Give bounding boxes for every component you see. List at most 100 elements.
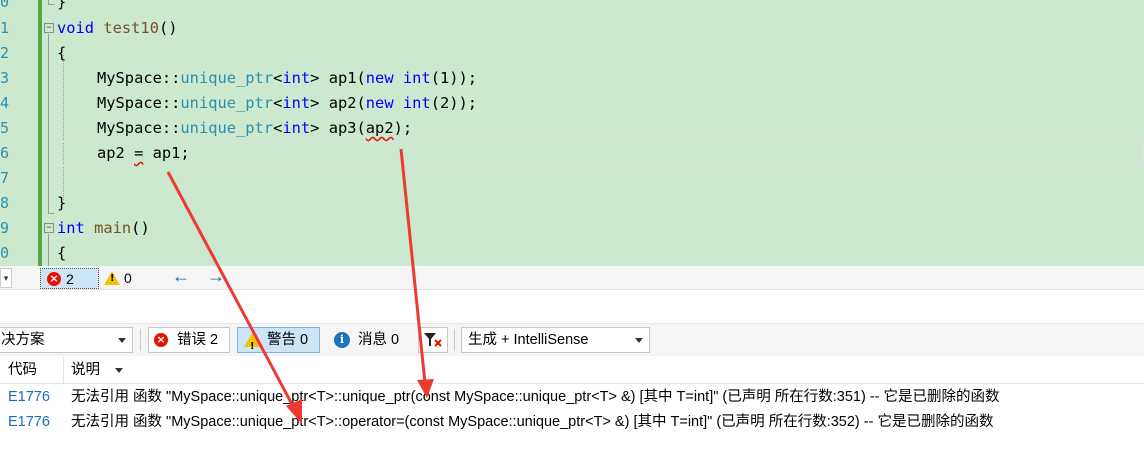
code-line[interactable]: } bbox=[57, 191, 66, 216]
error-count: 2 bbox=[66, 271, 74, 287]
line-number: 2 bbox=[0, 44, 10, 62]
error-squiggle-token[interactable]: ap2 bbox=[366, 119, 394, 137]
error-list-toolbar: 决方案 × 错误 2 ! 警告 0 i 消息 0 生成 + IntelliSen… bbox=[0, 324, 1144, 356]
code-token: { bbox=[57, 244, 67, 262]
code-token: { bbox=[57, 44, 67, 62]
error-list-header: 代码 说明 bbox=[0, 357, 1144, 384]
error-icon: × bbox=[47, 272, 61, 286]
code-line[interactable]: MySpace::unique_ptr<int> ap2(new int(2))… bbox=[97, 91, 477, 116]
keyword-token: void bbox=[57, 19, 95, 37]
outline-guide bbox=[48, 234, 49, 266]
keyword-token: int bbox=[282, 119, 311, 137]
code-line[interactable]: { bbox=[57, 241, 66, 266]
code-token: () bbox=[131, 219, 150, 237]
filter-clear-icon bbox=[424, 333, 442, 347]
chevron-down-icon bbox=[118, 338, 126, 343]
line-number: 8 bbox=[0, 194, 10, 212]
code-token: } bbox=[57, 194, 67, 212]
messages-filter-label: 消息 0 bbox=[358, 332, 400, 348]
code-token: MySpace:: bbox=[97, 119, 181, 137]
table-row[interactable]: E1776 无法引用 函数 "MySpace::unique_ptr<T>::o… bbox=[0, 410, 1144, 435]
arrow-right-icon[interactable]: → bbox=[207, 266, 225, 287]
function-name-token: test10 bbox=[103, 19, 159, 37]
errors-filter-label: 错误 2 bbox=[177, 332, 219, 348]
column-resize-handle[interactable] bbox=[63, 357, 64, 384]
code-line[interactable]: { bbox=[57, 41, 66, 66]
collapse-icon[interactable]: − bbox=[44, 223, 54, 233]
indent-guide bbox=[63, 55, 64, 200]
clear-filter-button[interactable] bbox=[418, 327, 448, 353]
error-code[interactable]: E1776 bbox=[8, 385, 50, 410]
code-editor[interactable]: 0 1 2 3 4 5 6 7 8 9 0 − − } void test10(… bbox=[0, 0, 1144, 266]
line-number: 5 bbox=[0, 119, 10, 137]
error-icon: × bbox=[154, 333, 168, 347]
error-squiggle-token[interactable]: = bbox=[134, 144, 143, 162]
pane-splitter[interactable] bbox=[0, 290, 1144, 324]
line-number: 0 bbox=[0, 244, 10, 262]
current-line-highlight bbox=[57, 141, 1144, 166]
code-line[interactable]: int main() bbox=[57, 216, 150, 241]
scope-label: 决方案 bbox=[1, 332, 45, 348]
code-token: > ap2( bbox=[310, 94, 366, 112]
warnings-filter-label: 警告 0 bbox=[267, 332, 309, 348]
table-row[interactable]: E1776 无法引用 函数 "MySpace::unique_ptr<T>::u… bbox=[0, 385, 1144, 410]
code-token: MySpace:: bbox=[97, 69, 181, 87]
code-line[interactable]: void test10() bbox=[57, 16, 178, 41]
code-token: () bbox=[158, 19, 178, 37]
toolbar-separator bbox=[140, 329, 141, 351]
scope-dropdown[interactable]: 决方案 bbox=[0, 327, 133, 353]
function-name-token: main bbox=[94, 219, 132, 237]
keyword-token: int bbox=[282, 94, 311, 112]
line-number-gutter: 0 1 2 3 4 5 6 7 8 9 0 bbox=[0, 0, 38, 266]
zoom-dropdown[interactable]: ▾ bbox=[0, 268, 12, 288]
errors-filter-button[interactable]: × 错误 2 bbox=[148, 327, 230, 353]
line-number: 3 bbox=[0, 69, 10, 87]
editor-status-strip: ▾ × 2 ! 0 ← → bbox=[0, 266, 1144, 290]
line-number: 6 bbox=[0, 144, 10, 162]
code-line[interactable]: MySpace::unique_ptr<int> ap3(ap2); bbox=[97, 116, 412, 141]
code-line[interactable]: MySpace::unique_ptr<int> ap1(new int(1))… bbox=[97, 66, 477, 91]
line-number: 1 bbox=[0, 19, 10, 37]
messages-filter-button[interactable]: i 消息 0 bbox=[328, 327, 410, 353]
warnings-filter-button[interactable]: ! 警告 0 bbox=[237, 327, 320, 353]
error-code[interactable]: E1776 bbox=[8, 410, 50, 435]
change-indicator-bar bbox=[38, 0, 42, 266]
code-token: (1)); bbox=[430, 69, 478, 87]
code-line[interactable]: } bbox=[57, 0, 66, 15]
error-description: 无法引用 函数 "MySpace::unique_ptr<T>::operato… bbox=[71, 414, 994, 430]
build-source-label: 生成 + IntelliSense bbox=[468, 332, 589, 348]
code-token: < bbox=[273, 94, 283, 112]
build-source-dropdown[interactable]: 生成 + IntelliSense bbox=[461, 327, 650, 353]
error-count-button[interactable]: × 2 bbox=[40, 268, 99, 289]
code-token: ); bbox=[393, 119, 413, 137]
arrow-left-icon[interactable]: ← bbox=[172, 266, 190, 287]
column-header-code[interactable]: 代码 bbox=[8, 357, 37, 384]
code-line[interactable]: ap2 = ap1; bbox=[97, 141, 190, 166]
code-token: } bbox=[57, 0, 67, 11]
code-token: > ap1( bbox=[310, 69, 366, 87]
chevron-down-icon[interactable] bbox=[115, 368, 123, 373]
code-token: < bbox=[273, 119, 283, 137]
code-token: < bbox=[273, 69, 283, 87]
outline-guide bbox=[48, 34, 49, 213]
code-token: MySpace:: bbox=[97, 94, 181, 112]
code-token: (2)); bbox=[430, 94, 478, 112]
keyword-token: int bbox=[402, 94, 431, 112]
outline-guide-end bbox=[48, 4, 54, 5]
warning-icon-mark: ! bbox=[110, 273, 115, 284]
type-token: unique_ptr bbox=[180, 119, 274, 137]
warning-count: 0 bbox=[124, 270, 132, 286]
error-description: 无法引用 函数 "MySpace::unique_ptr<T>::unique_… bbox=[71, 389, 1000, 405]
keyword-token: int bbox=[57, 219, 85, 237]
outline-guide-end bbox=[48, 213, 54, 214]
warning-icon-mark: ! bbox=[250, 341, 255, 352]
column-header-description[interactable]: 说明 bbox=[71, 357, 100, 384]
keyword-token: new bbox=[365, 69, 394, 87]
warning-count-button[interactable]: ! 0 bbox=[102, 268, 142, 289]
code-token: > ap3( bbox=[310, 119, 366, 137]
code-token: ap1; bbox=[143, 144, 190, 162]
keyword-token: new bbox=[365, 94, 394, 112]
chevron-down-icon bbox=[635, 338, 643, 343]
type-token: unique_ptr bbox=[180, 94, 274, 112]
collapse-icon[interactable]: − bbox=[44, 23, 54, 33]
